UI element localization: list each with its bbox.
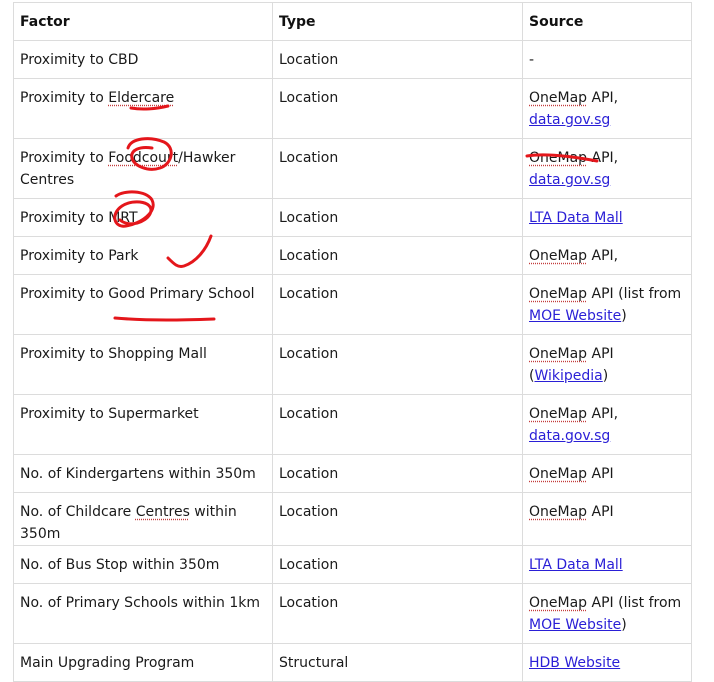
factors-table: Factor Type Source Proximity to CBD Loca… [13, 2, 692, 682]
source-text: API, [587, 90, 619, 106]
source-text: API [587, 466, 614, 482]
table-row: Proximity to Eldercare Location OneMap A… [13, 78, 692, 139]
factor-prefix: Proximity to [20, 90, 109, 106]
factor-spellchecked-word: Centres [135, 504, 190, 520]
source-spellchecked-word: OneMap [529, 504, 588, 520]
source-spellchecked-word: OneMap [529, 90, 588, 106]
table-row: Proximity to Foodcourt/Hawker Centres Lo… [13, 138, 692, 199]
source-cell: LTA Data Mall [522, 198, 692, 237]
source-text: API (list from [587, 595, 682, 611]
factor-cell: Proximity to MRT [13, 198, 273, 237]
table-row: Proximity to CBD Location - [13, 40, 692, 79]
type-cell: Location [272, 236, 523, 275]
source-cell: OneMap API, data.gov.sg [522, 138, 692, 199]
table-row: No. of Kindergartens within 350m Locatio… [13, 454, 692, 493]
factor-cell: Main Upgrading Program [13, 643, 273, 682]
type-cell: Structural [272, 643, 523, 682]
source-link-lta-data-mall[interactable]: LTA Data Mall [529, 557, 623, 573]
source-spellchecked-word: OneMap [529, 595, 588, 611]
type-cell: Location [272, 198, 523, 237]
source-cell: OneMap API (Wikipedia) [522, 334, 692, 395]
source-spellchecked-word: OneMap [529, 406, 588, 422]
type-cell: Location [272, 454, 523, 493]
source-spellchecked-word: OneMap [529, 150, 588, 166]
source-cell: OneMap API, data.gov.sg [522, 394, 692, 455]
factor-cell: Proximity to Eldercare [13, 78, 273, 139]
type-cell: Location [272, 138, 523, 199]
table-row: Proximity to Shopping Mall Location OneM… [13, 334, 692, 395]
table-row: Proximity to MRT Location LTA Data Mall [13, 198, 692, 237]
table-row: No. of Primary Schools within 1km Locati… [13, 583, 692, 644]
source-link-data-gov[interactable]: data.gov.sg [529, 172, 610, 188]
source-text: API (list from [587, 286, 682, 302]
factor-prefix: No. of Childcare [20, 504, 136, 520]
table-row: Main Upgrading Program Structural HDB We… [13, 643, 692, 682]
header-source: Source [522, 2, 692, 41]
source-spellchecked-word: OneMap [529, 466, 588, 482]
factor-cell: Proximity to CBD [13, 40, 273, 79]
source-text: API, [587, 150, 619, 166]
factor-spellchecked-word: Foodcourt [108, 150, 179, 166]
source-cell: HDB Website [522, 643, 692, 682]
factor-cell: Proximity to Shopping Mall [13, 334, 273, 395]
source-text: API [587, 504, 614, 520]
type-cell: Location [272, 492, 523, 546]
factor-spellchecked-word: Eldercare [108, 90, 175, 106]
source-cell: OneMap API, [522, 236, 692, 275]
source-suffix: ) [621, 308, 627, 324]
source-text: API, [587, 248, 619, 264]
factor-prefix: Proximity to [20, 150, 109, 166]
source-cell: OneMap API [522, 454, 692, 493]
header-type: Type [272, 2, 523, 41]
source-link-data-gov[interactable]: data.gov.sg [529, 428, 610, 444]
type-cell: Location [272, 394, 523, 455]
factor-cell: Proximity to Supermarket [13, 394, 273, 455]
table-row: Proximity to Good Primary School Locatio… [13, 274, 692, 335]
factor-cell: Proximity to Park [13, 236, 273, 275]
source-spellchecked-word: OneMap [529, 286, 588, 302]
source-spellchecked-word: OneMap [529, 346, 588, 362]
source-text: API [587, 346, 614, 362]
source-cell: - [522, 40, 692, 79]
factor-cell: No. of Primary Schools within 1km [13, 583, 273, 644]
source-cell: LTA Data Mall [522, 545, 692, 584]
header-factor: Factor [13, 2, 273, 41]
source-link-wikipedia[interactable]: Wikipedia [534, 368, 602, 384]
type-cell: Location [272, 78, 523, 139]
source-text: API, [587, 406, 619, 422]
factor-cell: No. of Kindergartens within 350m [13, 454, 273, 493]
source-suffix: ) [602, 368, 609, 384]
source-link-lta-data-mall[interactable]: LTA Data Mall [529, 210, 623, 226]
table-row: Proximity to Supermarket Location OneMap… [13, 394, 692, 455]
source-link-moe-website[interactable]: MOE Website [529, 308, 621, 324]
type-cell: Location [272, 545, 523, 584]
table-row: No. of Childcare Centres within 350m Loc… [13, 492, 692, 546]
type-cell: Location [272, 583, 523, 644]
table-row: No. of Bus Stop within 350m Location LTA… [13, 545, 692, 584]
source-suffix: ) [621, 617, 627, 633]
factor-cell: Proximity to Foodcourt/Hawker Centres [13, 138, 273, 199]
type-cell: Location [272, 40, 523, 79]
factor-cell: No. of Bus Stop within 350m [13, 545, 273, 584]
source-cell: OneMap API (list from MOE Website) [522, 274, 692, 335]
table-row: Proximity to Park Location OneMap API, [13, 236, 692, 275]
source-cell: OneMap API, data.gov.sg [522, 78, 692, 139]
source-link-hdb-website[interactable]: HDB Website [529, 655, 620, 671]
source-cell: OneMap API [522, 492, 692, 546]
source-link-data-gov[interactable]: data.gov.sg [529, 112, 610, 128]
source-spellchecked-word: OneMap [529, 248, 588, 264]
factor-cell: Proximity to Good Primary School [13, 274, 273, 335]
source-link-moe-website[interactable]: MOE Website [529, 617, 621, 633]
type-cell: Location [272, 334, 523, 395]
type-cell: Location [272, 274, 523, 335]
factor-cell: No. of Childcare Centres within 350m [13, 492, 273, 546]
source-cell: OneMap API (list from MOE Website) [522, 583, 692, 644]
table-header-row: Factor Type Source [13, 2, 692, 41]
